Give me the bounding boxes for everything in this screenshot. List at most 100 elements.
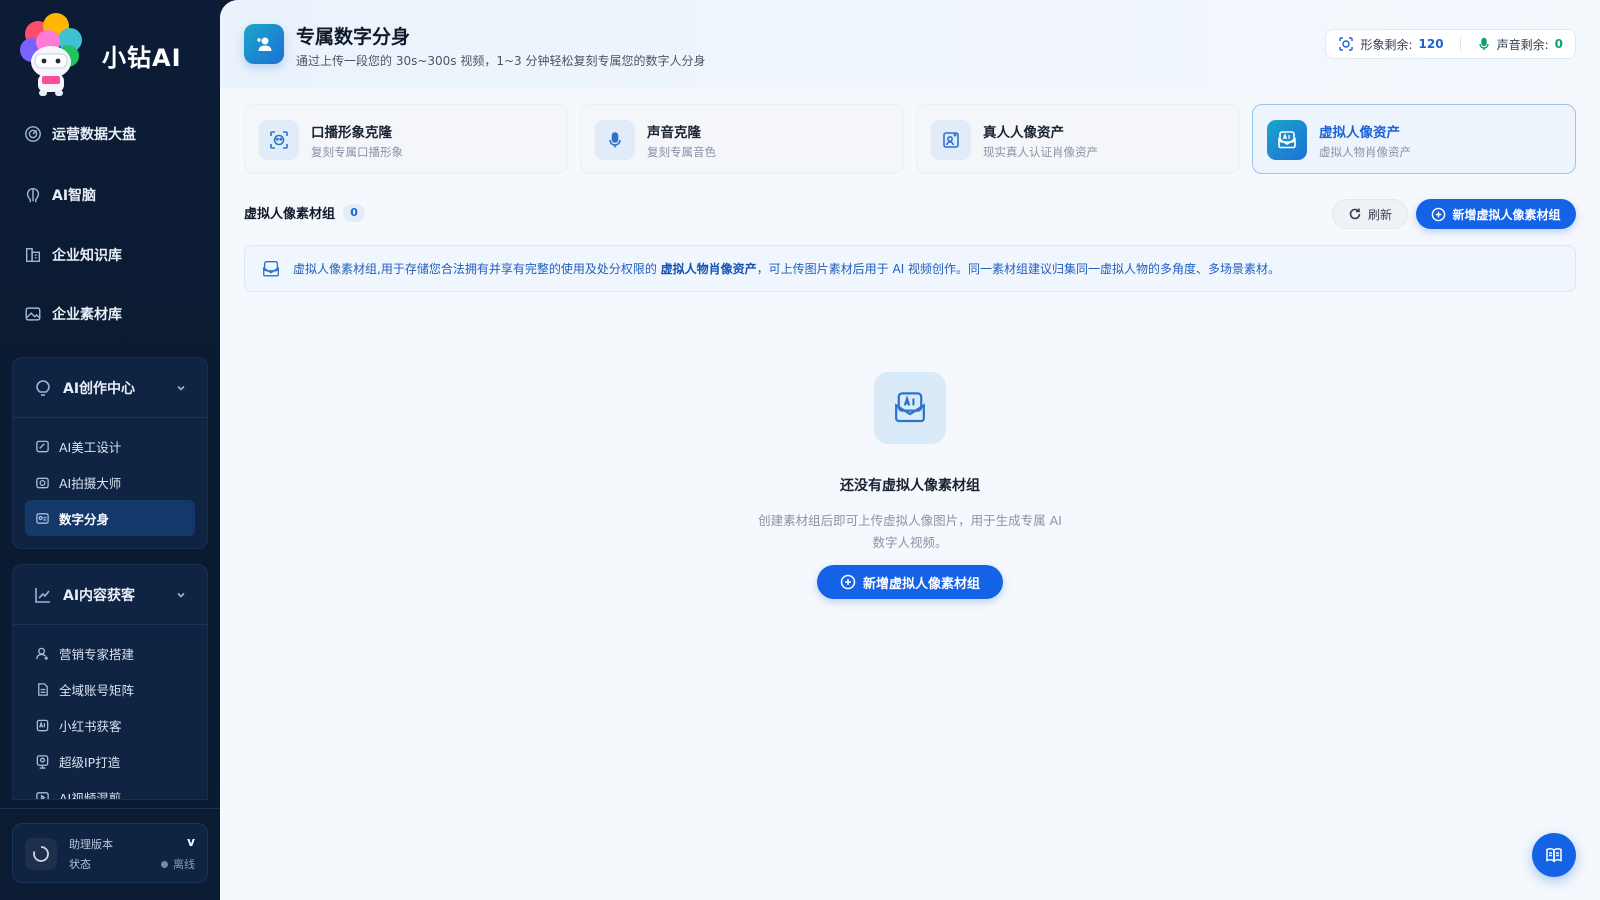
quota-voice-label: 声音剩余: [1496, 37, 1549, 52]
group-title: AI内容获客 [63, 587, 136, 604]
count-badge: 0 [343, 203, 366, 222]
brand[interactable]: 小钻AI [18, 12, 182, 98]
section-title: 虚拟人像素材组 0 [244, 203, 366, 222]
sub-item-label: AI视频混剪 [59, 790, 122, 800]
empty-add-group-button[interactable]: 新增虚拟人像素材组 [817, 565, 1003, 599]
empty-add-group-label: 新增虚拟人像素材组 [862, 576, 980, 592]
brand-name: 小钻AI [102, 43, 182, 72]
page-subtitle: 通过上传一段您的 30s~300s 视频，1~3 分钟轻松复刻专属您的数字人分身 [296, 54, 706, 68]
tab-title: 真人人像资产 [983, 125, 1064, 141]
nav-item-ai-brain[interactable]: AI智脑 [24, 177, 204, 213]
sub-item-ai-design[interactable]: AI美工设计 [25, 428, 195, 464]
empty-state-icon [874, 372, 946, 444]
loading-icon [25, 838, 57, 870]
ai-box-icon [36, 719, 49, 731]
sub-item-label: 数字分身 [59, 511, 110, 527]
sidebar: 小钻AI 运营数据大盘 AI智脑 企业知识库 企业素材库 AI创作中心 AI美工… [0, 0, 220, 900]
notice-text-before: 虚拟人像素材组,用于存储您合法拥有并享有完整的使用及处分权限的 [293, 262, 657, 276]
quota-image-value: 120 [1418, 37, 1444, 51]
book-icon [1546, 848, 1562, 863]
nav-item-label: 运营数据大盘 [52, 127, 136, 143]
quota-divider [1459, 37, 1461, 51]
tab-voice-clone[interactable]: 声音克隆 复刻专属音色 [580, 104, 904, 174]
notice-text-after: ，可上传图片素材后用于 AI 视频创作。同一素材组建议归集同一虚拟人物的多角度、… [756, 262, 1281, 276]
nav-item-label: 企业知识库 [52, 248, 122, 264]
tab-subtitle: 复刻专属音色 [647, 145, 716, 159]
sub-item-super-ip[interactable]: 超级IP打造 [25, 743, 195, 779]
tab-subtitle: 虚拟人物肖像资产 [1319, 145, 1411, 159]
camera-icon [36, 477, 49, 488]
status-version-value: v [187, 835, 195, 849]
logo-mascot-icon [18, 12, 84, 98]
group-ai-creation: AI创作中心 AI美工设计 AI拍摄大师 数字分身 [12, 357, 208, 549]
tab-virtual-portrait[interactable]: 虚拟人像资产 虚拟人物肖像资产 [1252, 104, 1576, 174]
sub-item-digital-avatar[interactable]: 数字分身 [25, 500, 195, 536]
sub-item-label: AI美工设计 [59, 439, 122, 455]
assistant-status-card[interactable]: 助理版本 状态 v 离线 [12, 823, 208, 883]
refresh-label: 刷新 [1367, 207, 1392, 222]
notice-highlight: 虚拟人物肖像资产 [660, 262, 757, 276]
trend-chart-icon [35, 587, 50, 603]
ai-envelope-icon [263, 260, 279, 276]
microphone-icon [1478, 37, 1489, 50]
quota-voice-value: 0 [1554, 37, 1563, 51]
status-offline: 离线 [161, 856, 195, 872]
page-title: 专属数字分身 [296, 26, 411, 48]
face-scan-icon [1339, 37, 1354, 51]
refresh-icon [1349, 208, 1361, 220]
tab-subtitle: 复刻专属口播形象 [311, 145, 403, 159]
nav-item-label: 企业素材库 [52, 307, 122, 323]
tab-lip-sync-clone[interactable]: 口播形象克隆 复刻专属口播形象 [244, 104, 568, 174]
add-group-label: 新增虚拟人像素材组 [1452, 207, 1561, 222]
sub-item-xiaohongshu[interactable]: 小红书获客 [25, 707, 195, 743]
sub-item-label: 全域账号矩阵 [59, 682, 135, 698]
portrait-add-icon [931, 120, 971, 160]
tab-title: 口播形象克隆 [311, 125, 392, 141]
quota-image-label: 形象剩余: [1360, 37, 1413, 52]
dashboard-icon [25, 126, 41, 142]
status-version-label: 助理版本 [69, 838, 113, 851]
tab-subtitle: 现实真人认证肖像资产 [983, 145, 1098, 159]
sub-item-label: 超级IP打造 [59, 754, 121, 770]
sub-item-marketing-expert[interactable]: 营销专家搭建 [25, 635, 195, 671]
bulb-icon [36, 379, 50, 396]
help-manual-button[interactable] [1532, 833, 1576, 877]
page-header: 专属数字分身 通过上传一段您的 30s~300s 视频，1~3 分钟轻松复刻专属… [220, 0, 1600, 88]
plus-circle-icon [840, 574, 856, 590]
main-content: 专属数字分身 通过上传一段您的 30s~300s 视频，1~3 分钟轻松复刻专属… [220, 0, 1600, 900]
notice-text: 虚拟人像素材组,用于存储您合法拥有并享有完整的使用及处分权限的 虚拟人物肖像资产… [293, 260, 1280, 277]
sub-item-ai-photo[interactable]: AI拍摄大师 [25, 464, 195, 500]
status-state-value: 离线 [173, 858, 195, 871]
quota-panel: 形象剩余: 120 声音剩余: 0 [1325, 29, 1576, 59]
user-plus-icon [244, 24, 284, 64]
palette-icon [36, 440, 49, 452]
group-ai-content: AI内容获客 营销专家搭建 全域账号矩阵 小红书获客 超级IP打造 AI视频混剪 [12, 564, 208, 800]
image-icon [25, 307, 41, 321]
plus-circle-icon [1432, 207, 1446, 221]
refresh-button[interactable]: 刷新 [1332, 199, 1408, 229]
chevron-down-icon [177, 385, 185, 391]
group-ai-creation-header[interactable]: AI创作中心 [13, 358, 207, 418]
tab-title: 声音克隆 [647, 125, 701, 141]
group-ai-content-header[interactable]: AI内容获客 [13, 565, 207, 625]
video-icon [36, 791, 49, 799]
status-state-label: 状态 [69, 858, 91, 871]
group-title: AI创作中心 [63, 380, 136, 397]
id-card-icon [36, 512, 49, 524]
add-group-button[interactable]: 新增虚拟人像素材组 [1416, 199, 1576, 229]
empty-state-description: 创建素材组后即可上传虚拟人像图片，用于生成专属 AI 数字人视频。 [758, 513, 1062, 550]
sub-item-account-matrix[interactable]: 全域账号矩阵 [25, 671, 195, 707]
tab-real-portrait[interactable]: 真人人像资产 现实真人认证肖像资产 [916, 104, 1240, 174]
microphone-icon [595, 120, 635, 160]
brain-icon [26, 187, 40, 203]
ai-envelope-icon [1267, 120, 1307, 160]
nav-item-dashboard[interactable]: 运营数据大盘 [24, 116, 204, 152]
empty-state-title: 还没有虚拟人像素材组 [840, 478, 980, 494]
face-scan-icon [259, 120, 299, 160]
sub-item-video-mix[interactable]: AI视频混剪 [25, 779, 195, 800]
badge-icon [36, 754, 49, 769]
chevron-down-icon [177, 592, 185, 598]
user-icon [36, 647, 49, 660]
nav-item-knowledge[interactable]: 企业知识库 [24, 237, 204, 273]
nav-item-materials[interactable]: 企业素材库 [24, 296, 204, 332]
